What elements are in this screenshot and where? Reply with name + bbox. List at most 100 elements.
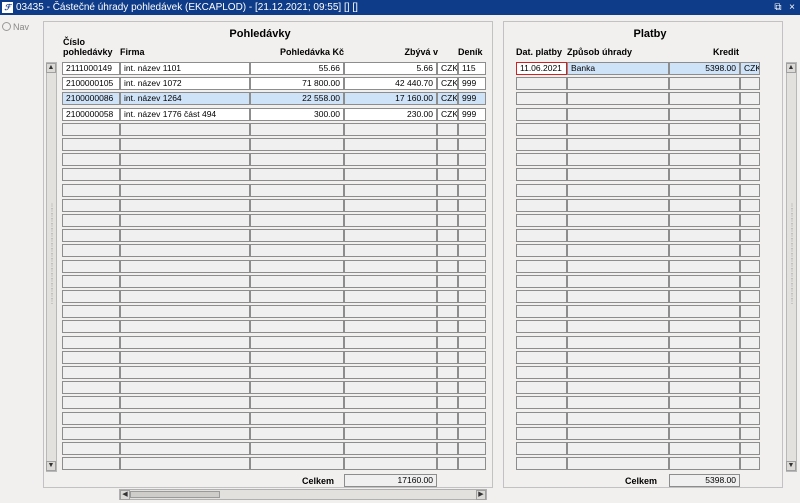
left-cell-denik[interactable]: 999 — [458, 77, 486, 90]
left-cell-pohledavka[interactable] — [250, 199, 344, 212]
left-cell-zbyva[interactable] — [344, 275, 437, 288]
right-cell-datum[interactable] — [516, 108, 567, 121]
right-cell-datum[interactable] — [516, 184, 567, 197]
left-cell-zbyva[interactable] — [344, 229, 437, 242]
left-cell-denik[interactable] — [458, 199, 486, 212]
left-cell-mena[interactable] — [437, 305, 458, 318]
left-cell-mena[interactable] — [437, 427, 458, 440]
resize-grip-left[interactable]: ⋮ ⋮ ⋮ ⋮ ⋮ ⋮ ⋮ ⋮ ⋮ ⋮ ⋮ ⋮ ⋮ ⋮ ⋮ ⋮ ⋮ ⋮ ⋮ ⋮ — [49, 204, 55, 305]
right-cell-datum[interactable] — [516, 457, 567, 470]
left-cell-firma[interactable]: int. název 1776 část 494 — [120, 108, 250, 121]
left-cell-denik[interactable] — [458, 168, 486, 181]
right-cell-zpusob[interactable] — [567, 275, 669, 288]
left-cell-mena[interactable] — [437, 381, 458, 394]
left-cell-denik[interactable] — [458, 427, 486, 440]
right-cell-kredit[interactable] — [669, 412, 740, 425]
right-cell-datum[interactable] — [516, 153, 567, 166]
left-cell-zbyva[interactable] — [344, 168, 437, 181]
right-cell-mena[interactable] — [740, 336, 760, 349]
right-cell-mena[interactable] — [740, 412, 760, 425]
right-cell-kredit[interactable] — [669, 457, 740, 470]
left-cell-cislo[interactable] — [62, 153, 120, 166]
right-cell-mena[interactable] — [740, 396, 760, 409]
right-cell-zpusob[interactable] — [567, 381, 669, 394]
right-cell-mena[interactable] — [740, 214, 760, 227]
left-cell-cislo[interactable] — [62, 412, 120, 425]
left-cell-pohledavka[interactable] — [250, 412, 344, 425]
right-cell-mena[interactable] — [740, 275, 760, 288]
right-cell-kredit[interactable] — [669, 92, 740, 105]
left-cell-denik[interactable] — [458, 290, 486, 303]
left-cell-zbyva[interactable]: 17 160.00 — [344, 92, 437, 105]
left-cell-firma[interactable] — [120, 275, 250, 288]
left-cell-firma[interactable] — [120, 336, 250, 349]
resize-grip-right[interactable]: ⋮ ⋮ ⋮ ⋮ ⋮ ⋮ ⋮ ⋮ ⋮ ⋮ ⋮ ⋮ ⋮ ⋮ ⋮ ⋮ ⋮ ⋮ ⋮ ⋮ — [789, 204, 795, 305]
left-cell-zbyva[interactable] — [344, 138, 437, 151]
left-cell-pohledavka[interactable] — [250, 275, 344, 288]
right-cell-kredit[interactable] — [669, 199, 740, 212]
right-cell-kredit[interactable] — [669, 184, 740, 197]
right-cell-mena[interactable] — [740, 366, 760, 379]
left-cell-denik[interactable] — [458, 123, 486, 136]
left-cell-zbyva[interactable] — [344, 214, 437, 227]
left-cell-pohledavka[interactable] — [250, 351, 344, 364]
right-cell-zpusob[interactable] — [567, 138, 669, 151]
right-cell-zpusob[interactable] — [567, 457, 669, 470]
left-cell-zbyva[interactable] — [344, 336, 437, 349]
left-cell-firma[interactable] — [120, 168, 250, 181]
right-cell-zpusob[interactable] — [567, 92, 669, 105]
close-icon[interactable]: × — [786, 0, 798, 15]
left-cell-denik[interactable]: 999 — [458, 92, 486, 105]
right-cell-kredit[interactable] — [669, 123, 740, 136]
right-cell-mena[interactable] — [740, 153, 760, 166]
left-cell-pohledavka[interactable] — [250, 184, 344, 197]
right-cell-zpusob[interactable] — [567, 336, 669, 349]
left-cell-zbyva[interactable] — [344, 412, 437, 425]
left-cell-mena[interactable]: CZK — [437, 108, 458, 121]
left-cell-pohledavka[interactable] — [250, 381, 344, 394]
right-cell-datum[interactable] — [516, 168, 567, 181]
right-cell-zpusob[interactable] — [567, 290, 669, 303]
left-cell-cislo[interactable] — [62, 290, 120, 303]
right-cell-zpusob[interactable] — [567, 214, 669, 227]
left-cell-denik[interactable] — [458, 366, 486, 379]
left-cell-cislo[interactable] — [62, 138, 120, 151]
right-cell-zpusob[interactable] — [567, 320, 669, 333]
left-cell-cislo[interactable] — [62, 305, 120, 318]
right-cell-datum[interactable] — [516, 427, 567, 440]
right-cell-zpusob[interactable] — [567, 244, 669, 257]
right-cell-kredit[interactable] — [669, 77, 740, 90]
right-cell-datum[interactable] — [516, 229, 567, 242]
right-cell-zpusob[interactable] — [567, 123, 669, 136]
right-cell-datum[interactable] — [516, 92, 567, 105]
left-cell-denik[interactable] — [458, 351, 486, 364]
left-cell-mena[interactable] — [437, 442, 458, 455]
right-cell-datum[interactable] — [516, 412, 567, 425]
left-cell-cislo[interactable]: 2100000058 — [62, 108, 120, 121]
left-cell-cislo[interactable] — [62, 442, 120, 455]
left-cell-denik[interactable] — [458, 184, 486, 197]
left-cell-denik[interactable] — [458, 320, 486, 333]
left-cell-cislo[interactable] — [62, 457, 120, 470]
right-cell-mena[interactable] — [740, 381, 760, 394]
right-cell-mena[interactable] — [740, 351, 760, 364]
right-cell-mena[interactable] — [740, 442, 760, 455]
right-cell-zpusob[interactable] — [567, 153, 669, 166]
right-cell-kredit[interactable] — [669, 427, 740, 440]
left-cell-mena[interactable] — [437, 244, 458, 257]
right-cell-datum[interactable] — [516, 366, 567, 379]
right-cell-kredit[interactable] — [669, 275, 740, 288]
left-cell-pohledavka[interactable] — [250, 229, 344, 242]
right-cell-kredit[interactable] — [669, 260, 740, 273]
left-cell-cislo[interactable]: 2111000149 — [62, 62, 120, 75]
left-cell-zbyva[interactable] — [344, 366, 437, 379]
left-cell-mena[interactable]: CZK — [437, 77, 458, 90]
left-cell-cislo[interactable] — [62, 123, 120, 136]
left-cell-firma[interactable] — [120, 260, 250, 273]
right-cell-zpusob[interactable] — [567, 396, 669, 409]
right-cell-mena[interactable] — [740, 168, 760, 181]
right-cell-zpusob[interactable] — [567, 199, 669, 212]
left-cell-mena[interactable] — [437, 457, 458, 470]
right-cell-kredit[interactable] — [669, 244, 740, 257]
left-cell-denik[interactable] — [458, 412, 486, 425]
